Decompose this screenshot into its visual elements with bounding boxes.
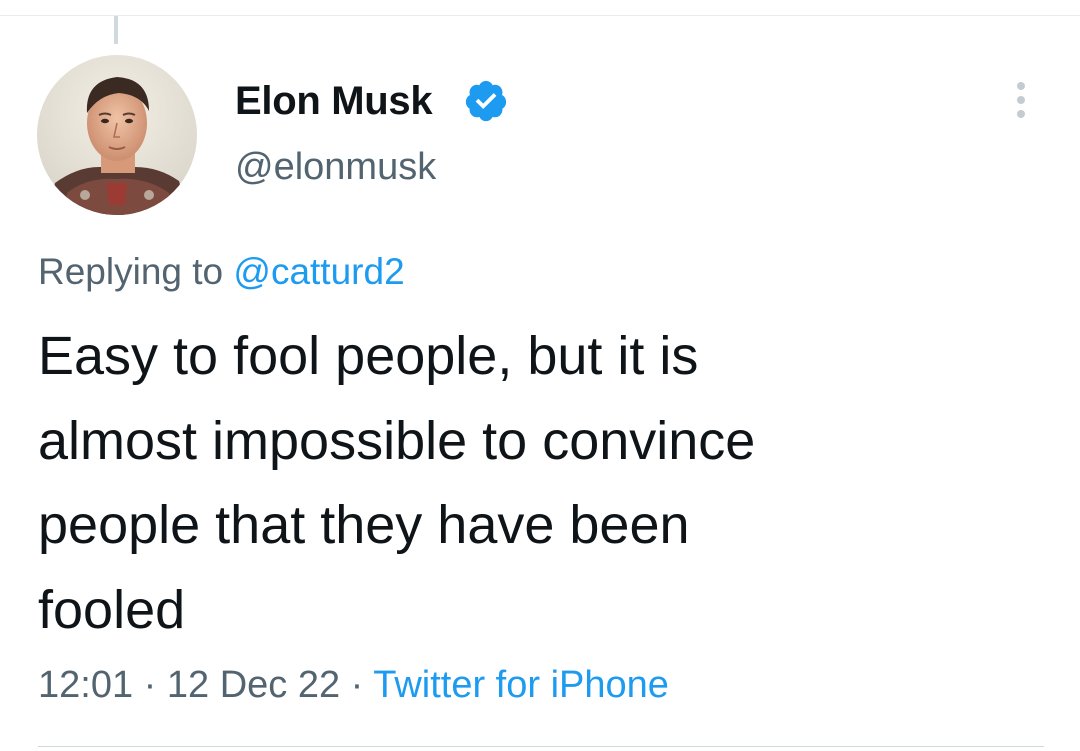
tweet-meta: 12:01 · 12 Dec 22 · Twitter for iPhone: [38, 662, 669, 708]
tweet-text: Easy to fool people, but it is almost im…: [38, 314, 1048, 652]
avatar-photo-icon: [37, 55, 197, 215]
tweet-line: people that they have been: [38, 495, 690, 555]
reply-prefix: Replying to: [38, 251, 234, 292]
author-handle[interactable]: @elonmusk: [235, 145, 436, 189]
author-display-name[interactable]: Elon Musk: [235, 78, 433, 124]
reply-context: Replying to @catturd2: [38, 250, 405, 294]
avatar[interactable]: [37, 55, 197, 215]
verified-badge-icon: [465, 80, 507, 122]
meta-separator: ·: [133, 664, 167, 706]
tweet-date[interactable]: 12 Dec 22: [167, 664, 340, 706]
meta-separator: ·: [340, 664, 374, 706]
tweet-line: fooled: [38, 579, 186, 640]
reply-mention-link[interactable]: @catturd2: [233, 251, 404, 292]
thread-connector-line: [114, 16, 118, 44]
tweet-time[interactable]: 12:01: [38, 664, 133, 706]
tweet-line: almost impossible to convince: [38, 410, 756, 471]
tweet-source-link[interactable]: Twitter for iPhone: [373, 664, 669, 706]
top-divider: [0, 15, 1080, 16]
bottom-divider: [38, 746, 1044, 747]
tweet-line: Easy to fool people, but it is: [38, 326, 699, 386]
more-options-icon[interactable]: [1000, 78, 1042, 122]
